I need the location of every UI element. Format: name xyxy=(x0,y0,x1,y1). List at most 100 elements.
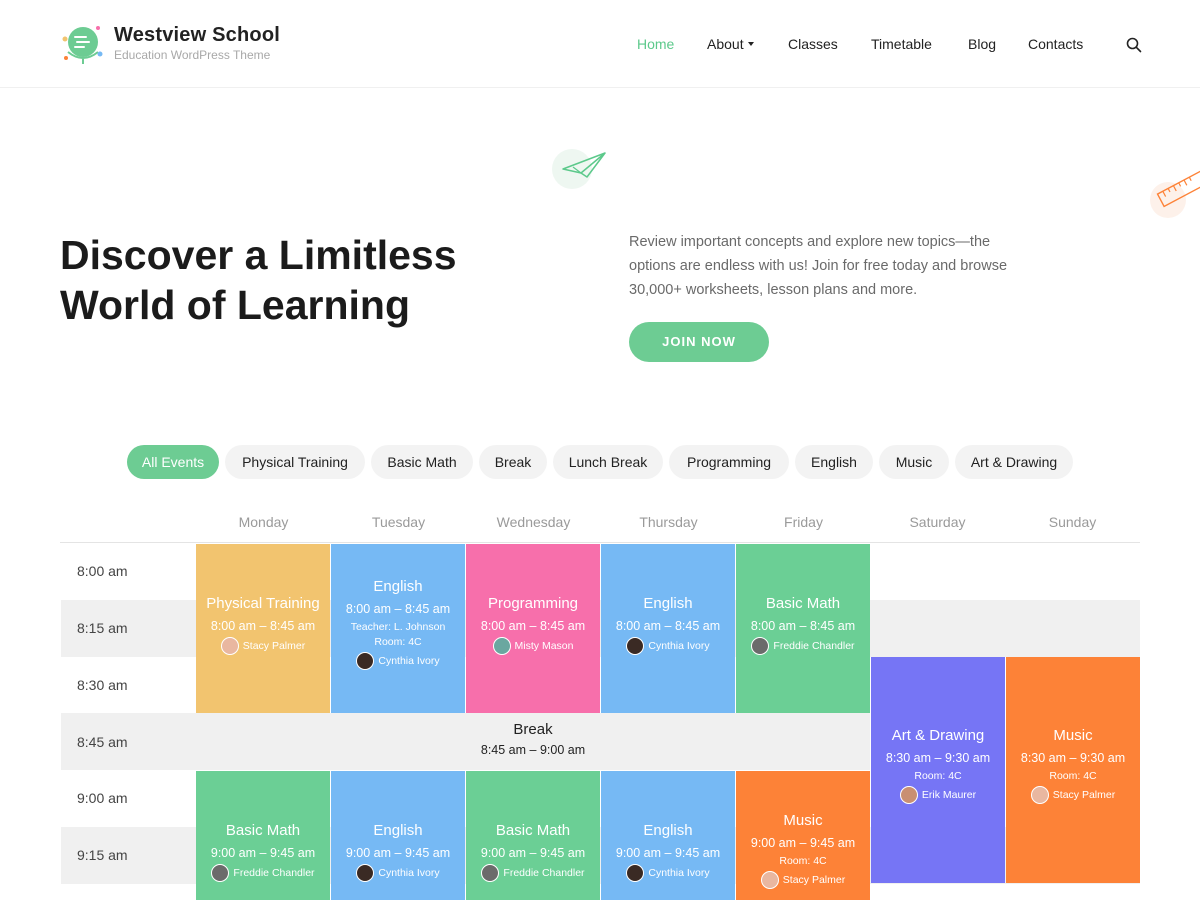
event-break[interactable]: Break 8:45 am – 9:00 am xyxy=(196,713,870,770)
event-art-drawing-saturday[interactable]: Art & Drawing 8:30 am – 9:30 am Room: 4C… xyxy=(871,657,1005,883)
time-label: 8:30 am xyxy=(77,677,128,693)
instructor-name: Cynthia Ivory xyxy=(648,640,710,652)
event-instructor[interactable]: Cynthia Ivory xyxy=(601,637,735,655)
day-header-friday: Friday xyxy=(784,514,823,530)
instructor-name: Misty Mason xyxy=(514,640,574,652)
event-room: Room: 4C xyxy=(374,636,422,648)
filter-english[interactable]: English xyxy=(795,445,873,479)
event-instructor[interactable]: Freddie Chandler xyxy=(466,864,600,882)
day-header-tuesday: Tuesday xyxy=(371,514,426,530)
instructor-name: Freddie Chandler xyxy=(233,867,315,879)
event-instructor[interactable]: Stacy Palmer xyxy=(196,637,330,655)
event-time: 8:00 am – 8:45 am xyxy=(750,619,856,633)
avatar xyxy=(481,864,500,882)
search-icon[interactable] xyxy=(1126,37,1142,53)
join-now-button[interactable]: JOIN NOW xyxy=(629,322,769,362)
paper-plane-icon xyxy=(552,149,606,189)
nav-blog[interactable]: Blog xyxy=(968,36,996,52)
event-music-sunday[interactable]: Music 8:30 am – 9:30 am Room: 4C Stacy P… xyxy=(1006,657,1140,883)
avatar xyxy=(1030,786,1049,804)
event-title: Music xyxy=(783,812,823,829)
day-header-sunday: Sunday xyxy=(1048,514,1097,530)
event-english-tuesday-2[interactable]: English 9:00 am – 9:45 am Cynthia Ivory xyxy=(331,771,465,900)
filter-programming[interactable]: Programming xyxy=(669,445,789,479)
chevron-down-icon xyxy=(747,42,754,47)
filter-art-drawing[interactable]: Art & Drawing xyxy=(955,445,1073,479)
event-english-thursday-2[interactable]: English 9:00 am – 9:45 am Cynthia Ivory xyxy=(601,771,735,900)
site-header: Westview School Education WordPress Them… xyxy=(0,0,1200,88)
instructor-name: Stacy Palmer xyxy=(1052,789,1116,801)
nav-home[interactable]: Home xyxy=(637,36,674,52)
event-time: 8:45 am – 9:00 am xyxy=(480,743,586,757)
event-title: Music xyxy=(1053,727,1093,744)
instructor-name: Stacy Palmer xyxy=(242,640,306,652)
event-time: 9:00 am – 9:45 am xyxy=(615,846,721,860)
filter-break[interactable]: Break xyxy=(479,445,547,479)
event-basic-math-friday[interactable]: Basic Math 8:00 am – 8:45 am Freddie Cha… xyxy=(736,544,870,713)
filter-physical-training[interactable]: Physical Training xyxy=(225,445,365,479)
event-title: Break xyxy=(513,721,553,738)
avatar xyxy=(356,652,375,670)
time-label: 8:00 am xyxy=(77,563,128,579)
filter-all-events[interactable]: All Events xyxy=(127,445,219,479)
filter-basic-math[interactable]: Basic Math xyxy=(371,445,473,479)
event-english-thursday[interactable]: English 8:00 am – 8:45 am Cynthia Ivory xyxy=(601,544,735,713)
event-title: Basic Math xyxy=(765,595,841,612)
event-time: 8:00 am – 8:45 am xyxy=(615,619,721,633)
avatar xyxy=(751,637,770,655)
event-music-friday[interactable]: Music 9:00 am – 9:45 am Room: 4C Stacy P… xyxy=(736,771,870,900)
filter-music[interactable]: Music xyxy=(879,445,949,479)
event-instructor[interactable]: Misty Mason xyxy=(466,637,600,655)
timetable-header-divider xyxy=(60,542,1140,543)
event-english-tuesday[interactable]: English 8:00 am – 8:45 am Teacher: L. Jo… xyxy=(331,544,465,713)
event-room: Room: 4C xyxy=(1049,770,1097,782)
event-room: Room: 4C xyxy=(779,855,827,867)
event-instructor[interactable]: Cynthia Ivory xyxy=(331,652,465,670)
hero-heading: Discover a Limitless World of Learning xyxy=(60,232,457,328)
nav-timetable[interactable]: Timetable xyxy=(871,36,932,52)
avatar xyxy=(626,637,645,655)
event-instructor[interactable]: Cynthia Ivory xyxy=(331,864,465,882)
event-instructor[interactable]: Stacy Palmer xyxy=(1006,786,1140,804)
event-time: 8:30 am – 9:30 am xyxy=(885,751,991,765)
instructor-name: Cynthia Ivory xyxy=(378,867,440,879)
site-title[interactable]: Westview School xyxy=(114,24,280,47)
event-basic-math-monday[interactable]: Basic Math 9:00 am – 9:45 am Freddie Cha… xyxy=(196,771,330,900)
filter-lunch-break[interactable]: Lunch Break xyxy=(553,445,663,479)
event-time: 8:00 am – 8:45 am xyxy=(480,619,586,633)
time-label: 8:45 am xyxy=(77,734,128,750)
event-title: English xyxy=(373,578,423,595)
event-instructor[interactable]: Stacy Palmer xyxy=(736,871,870,889)
event-time: 8:00 am – 8:45 am xyxy=(210,619,316,633)
event-instructor[interactable]: Freddie Chandler xyxy=(736,637,870,655)
avatar xyxy=(760,871,779,889)
hero-description: Review important concepts and explore ne… xyxy=(629,234,1008,298)
event-physical-training-monday[interactable]: Physical Training 8:00 am – 8:45 am Stac… xyxy=(196,544,330,713)
site-tagline: Education WordPress Theme xyxy=(114,48,271,62)
instructor-name: Stacy Palmer xyxy=(782,874,846,886)
event-title: Basic Math xyxy=(495,822,571,839)
globe-logo-icon[interactable] xyxy=(60,22,104,66)
nav-classes[interactable]: Classes xyxy=(788,36,838,52)
nav-about-label: About xyxy=(707,36,744,52)
event-time: 9:00 am – 9:45 am xyxy=(210,846,316,860)
nav-about[interactable]: About xyxy=(707,36,754,52)
avatar xyxy=(211,864,230,882)
event-title: Art & Drawing xyxy=(891,727,985,744)
event-basic-math-wednesday[interactable]: Basic Math 9:00 am – 9:45 am Freddie Cha… xyxy=(466,771,600,900)
ruler-icon xyxy=(1150,169,1200,218)
avatar xyxy=(492,637,511,655)
empty-slot xyxy=(1006,600,1140,657)
time-label: 8:15 am xyxy=(77,620,128,636)
avatar xyxy=(220,637,239,655)
avatar xyxy=(626,864,645,882)
event-instructor[interactable]: Erik Maurer xyxy=(871,786,1005,804)
event-instructor[interactable]: Cynthia Ivory xyxy=(601,864,735,882)
event-title: English xyxy=(643,595,693,612)
event-instructor[interactable]: Freddie Chandler xyxy=(196,864,330,882)
event-programming-wednesday[interactable]: Programming 8:00 am – 8:45 am Misty Maso… xyxy=(466,544,600,713)
nav-contacts[interactable]: Contacts xyxy=(1028,36,1083,52)
day-header-saturday: Saturday xyxy=(909,514,966,530)
instructor-name: Freddie Chandler xyxy=(773,640,855,652)
avatar xyxy=(899,786,918,804)
